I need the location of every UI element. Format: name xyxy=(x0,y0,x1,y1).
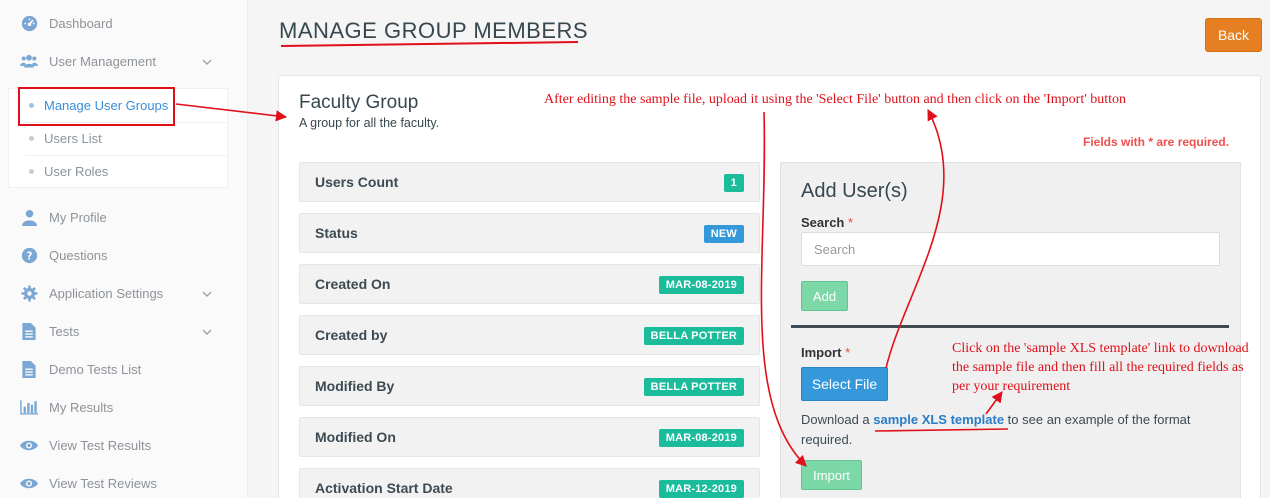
eye-icon xyxy=(20,474,38,492)
info-row-label: Modified On xyxy=(315,429,396,445)
annotation-template-instructions: Click on the 'sample XLS template' link … xyxy=(952,341,1249,394)
sidebar-item-label: User Management xyxy=(49,53,156,69)
document-icon xyxy=(20,322,38,340)
sidebar-item-application-settings[interactable]: Application Settings xyxy=(0,274,248,312)
sample-xls-template-link[interactable]: sample XLS template xyxy=(873,412,1004,427)
add-button[interactable]: Add xyxy=(801,281,848,311)
chevron-down-icon xyxy=(202,54,212,69)
info-row-users-count: Users Count 1 xyxy=(299,162,760,202)
info-row-label: Status xyxy=(315,225,358,241)
question-circle-icon: ? xyxy=(20,246,38,264)
date-badge: MAR-08-2019 xyxy=(658,429,744,447)
search-label: Search * xyxy=(801,215,853,230)
sidebar-item-questions[interactable]: ? Questions xyxy=(0,236,248,274)
sidebar-item-view-test-reviews[interactable]: View Test Reviews xyxy=(0,464,248,498)
group-name: Faculty Group xyxy=(299,92,419,113)
document-icon xyxy=(20,360,38,378)
download-template-text: Download a sample XLS template to see an… xyxy=(801,410,1221,450)
info-row-modified-on: Modified On MAR-08-2019 xyxy=(299,417,760,457)
chevron-down-icon xyxy=(202,324,212,339)
sidebar-item-label: My Results xyxy=(49,399,114,415)
status-badge: NEW xyxy=(703,225,744,243)
sidebar-item-demo-tests-list[interactable]: Demo Tests List xyxy=(0,350,248,388)
sidebar-item-dashboard[interactable]: Dashboard xyxy=(0,4,248,42)
info-row-activation-start-date: Activation Start Date MAR-12-2019 xyxy=(299,468,760,498)
sidebar-subitem-user-roles[interactable]: User Roles xyxy=(9,155,227,188)
sidebar-item-label: Tests xyxy=(49,323,80,339)
sidebar-item-view-test-results[interactable]: View Test Results xyxy=(0,426,248,464)
bar-chart-icon xyxy=(20,398,38,416)
sidebar-subitem-label: User Roles xyxy=(44,164,109,179)
date-badge: MAR-08-2019 xyxy=(658,276,744,294)
section-divider xyxy=(791,325,1229,328)
bullet-icon xyxy=(29,136,34,141)
date-badge: MAR-12-2019 xyxy=(658,480,744,498)
required-asterisk: * xyxy=(848,215,854,230)
sidebar: Dashboard User Management Manage User Gr… xyxy=(0,0,248,498)
add-users-title: Add User(s) xyxy=(801,180,908,202)
info-row-label: Created by xyxy=(315,327,388,343)
gear-icon xyxy=(20,284,38,302)
info-row-label: Users Count xyxy=(315,174,399,190)
sidebar-item-label: Demo Tests List xyxy=(49,361,142,377)
eye-icon xyxy=(20,436,38,454)
back-button[interactable]: Back xyxy=(1205,18,1262,52)
user-badge: BELLA POTTER xyxy=(643,327,744,345)
info-row-label: Modified By xyxy=(315,378,395,394)
info-row-created-on: Created On MAR-08-2019 xyxy=(299,264,760,304)
annotation-highlight-box xyxy=(18,87,175,126)
annotation-upload-instructions: After editing the sample file, upload it… xyxy=(544,92,1127,107)
chevron-down-icon xyxy=(202,286,212,301)
users-icon xyxy=(20,52,38,70)
sidebar-item-label: View Test Reviews xyxy=(49,475,157,491)
required-fields-note: Fields with * are required. xyxy=(1083,135,1230,149)
info-row-label: Created On xyxy=(315,276,391,292)
info-row-status: Status NEW xyxy=(299,213,760,253)
sidebar-item-my-profile[interactable]: My Profile xyxy=(0,198,248,236)
dashboard-icon xyxy=(20,14,38,32)
sidebar-item-tests[interactable]: Tests xyxy=(0,312,248,350)
search-label-text: Search xyxy=(801,215,845,230)
import-label-text: Import xyxy=(801,345,842,360)
sidebar-item-label: Application Settings xyxy=(49,285,164,301)
user-icon xyxy=(20,208,38,226)
group-description: A group for all the faculty. xyxy=(299,116,440,130)
info-row-label: Activation Start Date xyxy=(315,480,453,496)
sidebar-item-label: View Test Results xyxy=(49,437,152,453)
status-badge: 1 xyxy=(723,174,744,192)
select-file-button[interactable]: Select File xyxy=(801,367,888,401)
sidebar-item-label: Dashboard xyxy=(49,15,113,31)
page-title: MANAGE GROUP MEMBERS xyxy=(279,18,589,43)
download-prefix: Download a xyxy=(801,412,874,427)
required-asterisk: * xyxy=(845,345,851,360)
bullet-icon xyxy=(29,169,34,174)
sidebar-item-label: Questions xyxy=(49,247,108,263)
sidebar-item-label: My Profile xyxy=(49,209,107,225)
sidebar-subitem-label: Users List xyxy=(44,131,102,146)
search-input[interactable] xyxy=(801,232,1220,266)
sidebar-item-user-management[interactable]: User Management xyxy=(0,42,248,80)
user-badge: BELLA POTTER xyxy=(643,378,744,396)
info-row-modified-by: Modified By BELLA POTTER xyxy=(299,366,760,406)
sidebar-item-my-results[interactable]: My Results xyxy=(0,388,248,426)
import-button[interactable]: Import xyxy=(801,460,862,490)
sidebar-subitem-users-list[interactable]: Users List xyxy=(9,122,227,155)
import-label: Import * xyxy=(801,345,850,360)
info-row-created-by: Created by BELLA POTTER xyxy=(299,315,760,355)
svg-text:?: ? xyxy=(26,251,32,262)
